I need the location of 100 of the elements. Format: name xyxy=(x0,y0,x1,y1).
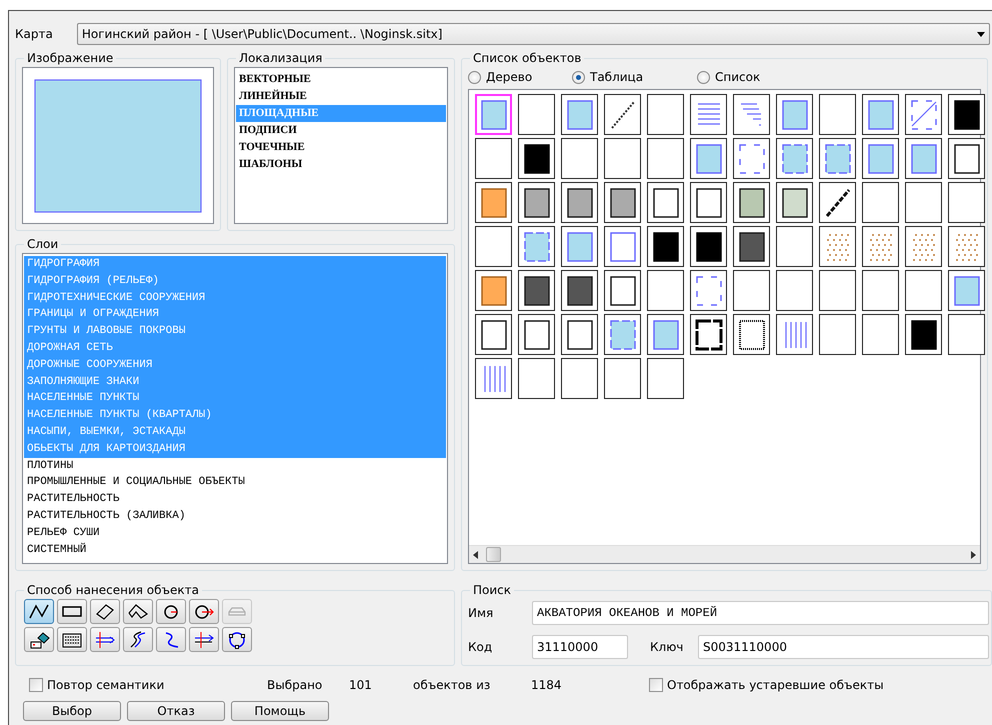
tool-button[interactable] xyxy=(57,599,87,624)
localization-item[interactable]: ВЕКТОРНЫЕ xyxy=(236,71,446,88)
checkbox[interactable] xyxy=(649,678,663,692)
symbol-tile[interactable] xyxy=(561,138,598,179)
scroll-right-icon[interactable] xyxy=(971,550,976,558)
symbol-tile[interactable] xyxy=(776,314,813,355)
key-field[interactable]: S0031110000 xyxy=(698,635,989,659)
horizontal-scrollbar[interactable] xyxy=(469,545,980,563)
symbol-tile[interactable] xyxy=(776,94,813,135)
map-dropdown[interactable]: Ногинский район - [ \User\Public\Document.. \Noginsk.sitx] xyxy=(76,23,990,45)
symbol-tile[interactable] xyxy=(862,314,899,355)
symbol-tile[interactable] xyxy=(690,182,727,223)
symbol-tile[interactable] xyxy=(733,94,770,135)
layer-item[interactable]: ПЛОТИНЫ xyxy=(24,458,446,474)
layer-item[interactable]: РАСТИТЕЛЬНОСТЬ xyxy=(24,491,446,508)
layer-item[interactable]: ПРОМЫШЛЕННЫЕ И СОЦИАЛЬНЫЕ ОБЪЕКТЫ xyxy=(24,474,446,492)
symbol-tile[interactable] xyxy=(647,226,684,267)
symbol-tile[interactable] xyxy=(690,270,727,311)
symbol-tile[interactable] xyxy=(518,270,555,311)
localization-item[interactable]: ЛИНЕЙНЫЕ xyxy=(236,88,446,105)
symbol-tile[interactable] xyxy=(819,94,856,135)
symbol-tile[interactable] xyxy=(604,182,641,223)
symbol-tile[interactable] xyxy=(776,226,813,267)
dialog-button[interactable]: Отказ xyxy=(127,701,225,721)
symbol-tile[interactable] xyxy=(733,226,770,267)
symbol-tile[interactable] xyxy=(475,182,512,223)
tool-button[interactable] xyxy=(156,627,186,652)
symbol-tile[interactable] xyxy=(475,94,512,135)
symbol-tile[interactable] xyxy=(862,226,899,267)
symbol-tile[interactable] xyxy=(776,138,813,179)
symbol-tile[interactable] xyxy=(561,270,598,311)
symbol-tile[interactable] xyxy=(819,226,856,267)
tool-button[interactable] xyxy=(90,599,120,624)
code-field[interactable]: 31110000 xyxy=(532,635,628,659)
symbol-tile[interactable] xyxy=(604,94,641,135)
symbol-tile[interactable] xyxy=(733,138,770,179)
symbol-tile[interactable] xyxy=(905,270,942,311)
symbol-tile[interactable] xyxy=(604,270,641,311)
symbol-tile[interactable] xyxy=(604,226,641,267)
scroll-left-icon[interactable] xyxy=(473,550,478,558)
layer-item[interactable]: РЕЛЬЕФ СУШИ xyxy=(24,524,446,542)
localization-item[interactable]: ШАБЛОНЫ xyxy=(236,156,446,173)
localization-item[interactable]: ПОДПИСИ xyxy=(236,122,446,139)
symbol-tile[interactable] xyxy=(776,270,813,311)
tool-button[interactable] xyxy=(90,627,120,652)
symbol-tile[interactable] xyxy=(518,94,555,135)
symbol-tile[interactable] xyxy=(862,270,899,311)
symbol-tile[interactable] xyxy=(475,138,512,179)
symbol-tile[interactable] xyxy=(690,138,727,179)
symbol-tile[interactable] xyxy=(733,270,770,311)
symbol-tile[interactable] xyxy=(819,182,856,223)
symbol-tile[interactable] xyxy=(905,94,942,135)
symbol-tile[interactable] xyxy=(862,138,899,179)
tool-button[interactable] xyxy=(123,599,153,624)
tool-button[interactable] xyxy=(24,627,54,652)
layer-item[interactable]: СИСТЕМНЫЙ xyxy=(24,542,446,558)
symbol-tile[interactable] xyxy=(948,94,985,135)
view-radio[interactable] xyxy=(697,70,710,84)
symbol-tile[interactable] xyxy=(561,182,598,223)
dialog-button[interactable]: Помощь xyxy=(231,701,329,721)
symbol-tile[interactable] xyxy=(561,226,598,267)
symbol-tile[interactable] xyxy=(561,358,598,399)
symbol-tile[interactable] xyxy=(475,270,512,311)
symbol-tile[interactable] xyxy=(647,270,684,311)
scroll-thumb[interactable] xyxy=(486,547,501,562)
symbol-tile[interactable] xyxy=(905,226,942,267)
symbol-tile[interactable] xyxy=(948,182,985,223)
symbol-tile[interactable] xyxy=(733,182,770,223)
symbol-tile[interactable] xyxy=(862,94,899,135)
symbol-tile[interactable] xyxy=(647,138,684,179)
symbol-tile[interactable] xyxy=(561,314,598,355)
symbol-tile[interactable] xyxy=(561,94,598,135)
symbol-tile[interactable] xyxy=(647,358,684,399)
symbol-tile[interactable] xyxy=(518,226,555,267)
view-radio[interactable] xyxy=(468,70,481,84)
tool-button[interactable] xyxy=(24,599,54,624)
tool-button[interactable] xyxy=(123,627,153,652)
symbol-tile[interactable] xyxy=(819,314,856,355)
tool-button[interactable] xyxy=(189,627,219,652)
symbol-tile[interactable] xyxy=(905,138,942,179)
symbol-tile[interactable] xyxy=(733,314,770,355)
tool-button[interactable] xyxy=(57,627,87,652)
symbol-tile[interactable] xyxy=(475,314,512,355)
view-radio[interactable] xyxy=(572,70,585,84)
symbol-tile[interactable] xyxy=(862,182,899,223)
symbol-tile[interactable] xyxy=(647,94,684,135)
symbol-tile[interactable] xyxy=(518,182,555,223)
dialog-button[interactable]: Выбор xyxy=(23,701,121,721)
localization-item[interactable]: ТОЧЕЧНЫЕ xyxy=(236,139,446,156)
symbol-tile[interactable] xyxy=(905,182,942,223)
symbol-tile[interactable] xyxy=(905,314,942,355)
symbol-tile[interactable] xyxy=(518,358,555,399)
symbol-tile[interactable] xyxy=(475,226,512,267)
symbol-tile[interactable] xyxy=(819,138,856,179)
checkbox[interactable] xyxy=(29,678,43,692)
symbol-tile[interactable] xyxy=(948,138,985,179)
symbol-tile[interactable] xyxy=(690,226,727,267)
symbol-tile[interactable] xyxy=(948,314,985,355)
symbol-tile[interactable] xyxy=(647,314,684,355)
symbol-tile[interactable] xyxy=(690,314,727,355)
